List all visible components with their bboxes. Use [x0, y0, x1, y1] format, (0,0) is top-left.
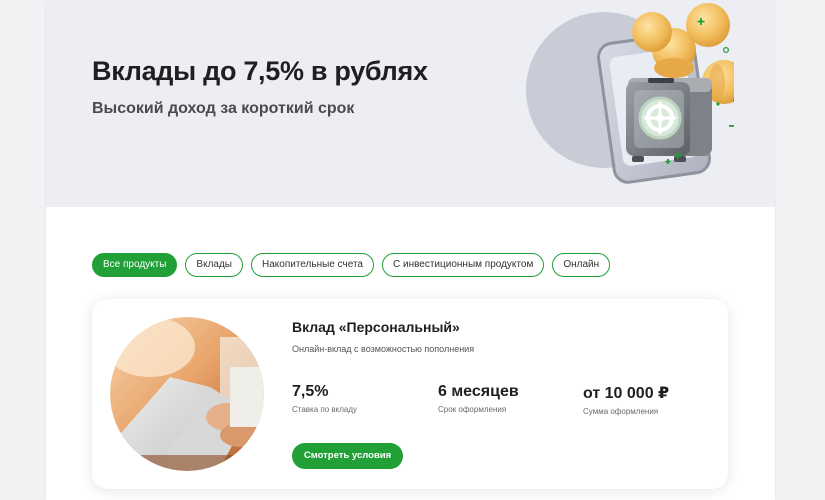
product-filters: Все продукты Вклады Накопительные счета …	[92, 253, 611, 277]
filter-investment-product[interactable]: С инвестиционным продуктом	[381, 253, 545, 277]
page: Вклады до 7,5% в рублях Высокий доход за…	[46, 0, 775, 500]
hero-banner: Вклады до 7,5% в рублях Высокий доход за…	[46, 0, 775, 207]
product-card: Вклад «Персональный» Онлайн-вклад с возм…	[92, 299, 728, 489]
hero-title: Вклады до 7,5% в рублях	[92, 56, 428, 86]
product-description: Онлайн-вклад с возможностью пополнения	[292, 344, 475, 354]
stat-term-label: Срок оформления	[438, 405, 507, 414]
filter-deposits[interactable]: Вклады	[185, 253, 243, 277]
safe-with-coins-icon	[526, 3, 734, 184]
stat-rate-label: Ставка по вкладу	[292, 405, 358, 414]
stat-amount-value: от 10 000 ₽	[583, 385, 670, 402]
stat-term: 6 месяцев Срок оформления	[438, 383, 519, 414]
hero-subtitle: Высокий доход за короткий срок	[92, 100, 355, 117]
filter-online[interactable]: Онлайн	[552, 253, 611, 277]
stat-rate: 7,5% Ставка по вкладу	[292, 383, 357, 414]
stat-amount-label: Сумма оформления	[583, 407, 659, 416]
stat-term-value: 6 месяцев	[438, 383, 519, 400]
stat-rate-value: 7,5%	[292, 383, 329, 400]
filter-savings-accounts[interactable]: Накопительные счета	[251, 253, 374, 277]
stat-amount: от 10 000 ₽ Сумма оформления	[583, 383, 669, 416]
laptop-hands-photo	[110, 317, 264, 471]
filter-all-products[interactable]: Все продукты	[92, 253, 178, 277]
view-terms-button[interactable]: Смотреть условия	[292, 443, 403, 469]
product-title: Вклад «Персональный»	[292, 319, 460, 335]
